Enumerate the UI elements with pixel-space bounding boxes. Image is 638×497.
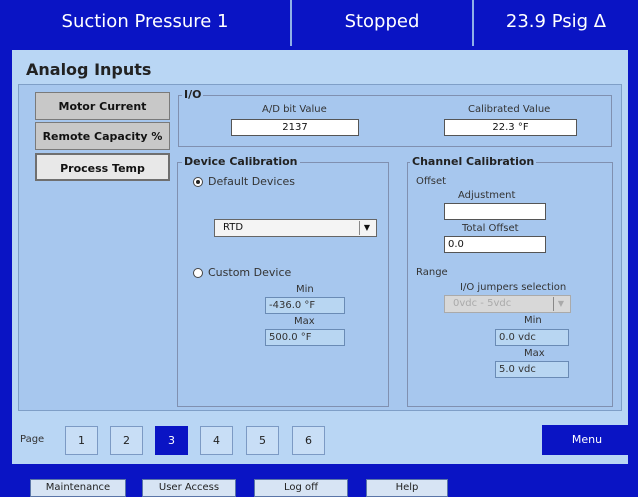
header-title: Suction Pressure 1 [61,11,229,32]
ad-bit-value: 2137 [231,119,359,136]
jumpers-dropdown-value: 0vdc - 5vdc [453,298,512,309]
page-1-button[interactable]: 1 [65,426,98,455]
log-off-button[interactable]: Log off [254,479,348,497]
page-4-button[interactable]: 4 [200,426,233,455]
page-5-button[interactable]: 5 [246,426,279,455]
tab-process-temp[interactable]: Process Temp [35,153,170,181]
default-devices-label: Default Devices [208,175,296,188]
ad-bit-label: A/D bit Value [262,104,327,115]
device-max-label: Max [294,316,315,327]
io-title: I/O [182,88,204,101]
custom-device-label: Custom Device [208,266,292,279]
device-max-field: 500.0 °F [265,329,345,346]
channel-min-label: Min [524,315,542,326]
total-offset-label: Total Offset [462,223,519,234]
jumpers-label: I/O jumpers selection [460,282,567,293]
chevron-down-icon: ▼ [359,221,374,235]
calibrated-label: Calibrated Value [468,104,551,115]
adjustment-input[interactable] [444,203,546,220]
panel-title: Analog Inputs [26,60,152,79]
page-2-button[interactable]: 2 [110,426,143,455]
adjustment-label: Adjustment [458,190,516,201]
channel-calibration-title: Channel Calibration [410,155,537,168]
range-label: Range [416,267,448,278]
custom-device-radio[interactable] [193,268,203,278]
device-min-label: Min [296,284,314,295]
chevron-down-icon: ▼ [553,297,568,311]
channel-max-label: Max [524,348,545,359]
calibrated-value: 22.3 °F [444,119,577,136]
default-devices-radio[interactable] [193,177,203,187]
device-calibration-title: Device Calibration [182,155,300,168]
menu-button[interactable]: Menu [542,425,632,455]
maintenance-button[interactable]: Maintenance [30,479,126,497]
offset-label: Offset [416,176,447,187]
user-access-button[interactable]: User Access [142,479,236,497]
header-status: Stopped [344,11,420,32]
tab-remote-capacity[interactable]: Remote Capacity % [35,122,170,150]
header-reading: 23.9 Psig Δ [505,11,607,32]
page-label: Page [20,434,45,445]
header-bar: Suction Pressure 1 Stopped 23.9 Psig Δ [0,0,638,46]
tab-motor-current[interactable]: Motor Current [35,92,170,120]
device-dropdown[interactable]: RTD ▼ [214,219,377,237]
page-3-button[interactable]: 3 [155,426,188,455]
total-offset-field: 0.0 [444,236,546,253]
channel-min-field: 0.0 vdc [495,329,569,346]
device-calibration-group [177,162,389,407]
channel-max-field: 5.0 vdc [495,361,569,378]
jumpers-dropdown: 0vdc - 5vdc ▼ [444,295,571,313]
device-dropdown-value: RTD [223,222,244,233]
help-button[interactable]: Help [366,479,448,497]
device-min-field: -436.0 °F [265,297,345,314]
page-6-button[interactable]: 6 [292,426,325,455]
